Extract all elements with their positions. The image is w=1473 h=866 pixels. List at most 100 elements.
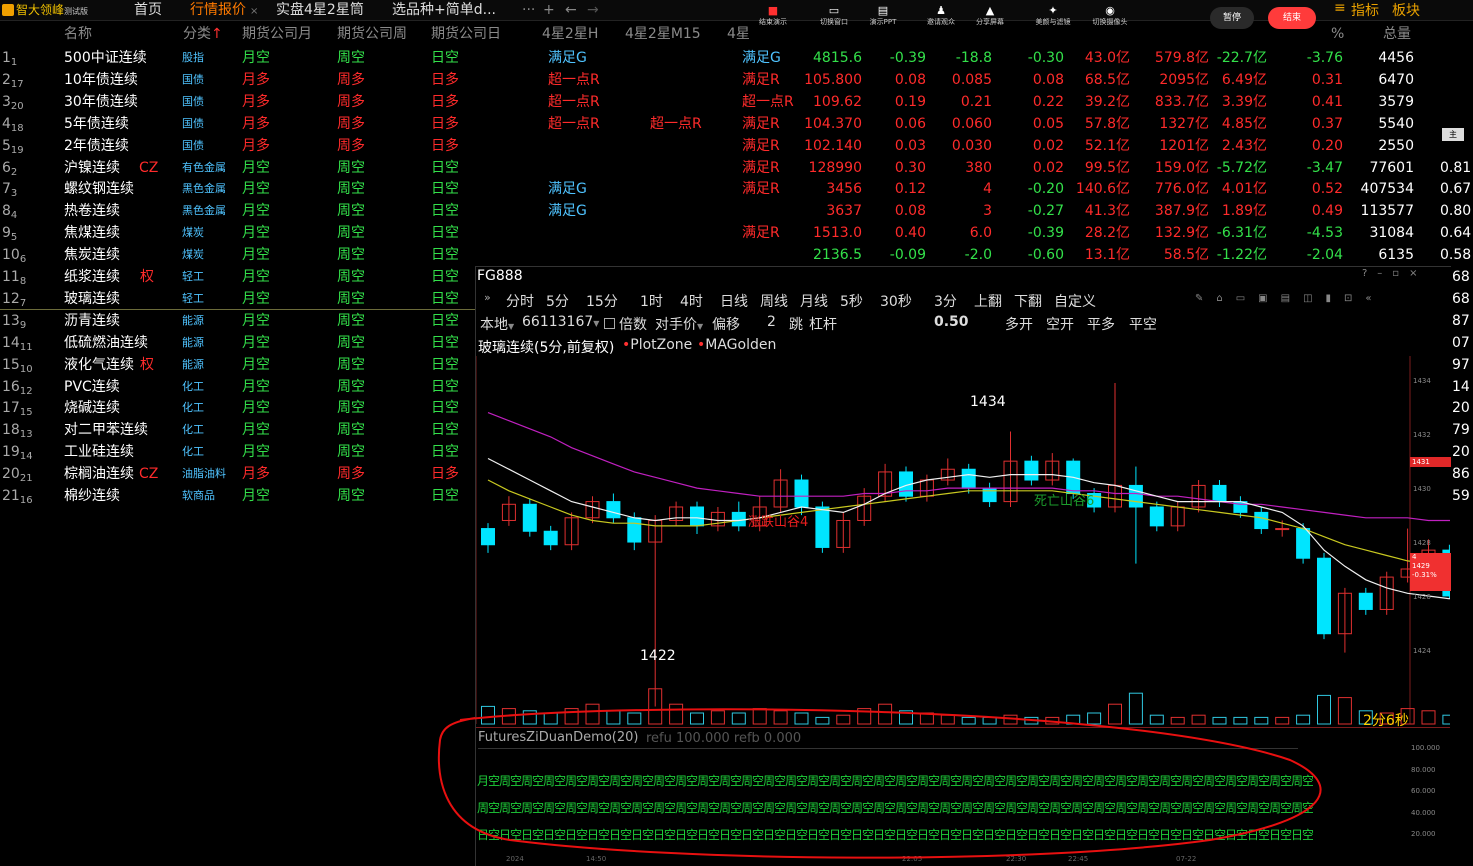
drawing-tools[interactable]: ✎⌂▭▣▤◫▮⊡« (1195, 293, 1385, 304)
pause-button[interactable]: 暂停 (1210, 7, 1254, 29)
col-4star-h[interactable]: 4星2星H (542, 24, 598, 44)
period-12[interactable]: 下翻 (1014, 291, 1042, 311)
day-signal: 日空 (431, 444, 459, 461)
week-signal: 周空 (337, 356, 365, 373)
period-0[interactable]: 分时 (506, 291, 534, 311)
tab-live[interactable]: 实盘4星2星筒 (276, 0, 364, 20)
col-name[interactable]: 名称 (64, 24, 92, 44)
indicator-plotzone[interactable]: •PlotZone (622, 337, 692, 353)
tab-more-icon[interactable]: ··· (522, 0, 535, 20)
close-icon[interactable]: × (250, 6, 258, 17)
table-row[interactable]: 106 焦炭连续 煤炭 月空 周空 日空 2136.5 -0.09 -2.0 -0.60 13.1亿… (0, 244, 1473, 266)
new-tab-icon[interactable]: + (543, 0, 555, 20)
tab-home[interactable]: 首页 (134, 0, 162, 20)
col-percent[interactable]: % (1331, 24, 1344, 44)
kline-chart[interactable] (476, 356, 1450, 736)
col-category[interactable]: 分类↑ (183, 24, 223, 44)
signal-4star: 满足R (742, 115, 780, 132)
last-price: 3456 (826, 181, 862, 198)
month-signal: 月空 (242, 488, 270, 504)
signal-4star-h: 超一点R (548, 93, 600, 110)
col-day[interactable]: 期货公司日 (431, 24, 501, 44)
share-screen-label: 分享屏幕 (976, 18, 1004, 26)
table-row[interactable]: 11 500中证连续 股指 月空 周空 日空 满足G 满足G 4815.6 -0.39 -18.8-… (0, 47, 1473, 69)
account-number-select[interactable]: 66113167▼ (522, 314, 599, 330)
table-row[interactable]: 95 焦煤连续 煤炭 月空 周空 日空 满足R 1513.0 0.40 6.0 -0.39 28.2亿… (0, 222, 1473, 244)
end-demo-button[interactable]: ■ 结束演示 (748, 4, 798, 27)
table-row[interactable]: 73 螺纹钢连续 黑色金属 月空 周空 日空 满足G 满足R 3456 0.12 4 -0.20 140… (0, 178, 1473, 200)
checkbox[interactable] (604, 318, 615, 329)
week-signal: 周空 (337, 290, 365, 307)
period-11[interactable]: 上翻 (974, 291, 1002, 311)
col-4star-m15[interactable]: 4星2星M15 (625, 24, 701, 44)
offset-input[interactable]: 2 (767, 314, 776, 330)
beauty-button[interactable]: ✦ 美颜与滤镜 (1028, 4, 1078, 27)
table-row[interactable]: 519 2年债连续 国债 月多 周多 日多 满足R 102.140 0.03 0.030 0.02 5… (0, 135, 1473, 157)
account-label: 本地 (480, 317, 508, 333)
col-volume[interactable]: 总量 (1383, 24, 1411, 44)
period-5[interactable]: 日线 (720, 291, 748, 311)
end-button[interactable]: 结束 (1268, 7, 1316, 29)
close-short-button[interactable]: 平空 (1129, 314, 1157, 334)
table-row[interactable]: 217 10年债连续 国债 月多 周多 日多 超一点R 满足R 105.800 0.08 0.085… (0, 69, 1473, 91)
capital-flow: 1.89亿 (1221, 203, 1267, 220)
forward-icon[interactable]: → (587, 0, 599, 20)
instrument-name: 焦炭连续 (64, 247, 120, 264)
flow-pct: -3.76 (1306, 50, 1343, 66)
period-7[interactable]: 月线 (800, 291, 828, 311)
instrument-name: 热卷连续 (64, 203, 120, 220)
table-row[interactable]: 84 热卷连续 黑色金属 月空 周空 日空 满足G 3637 0.08 3 -0.27 41.3亿 38… (0, 200, 1473, 222)
multiplier-label[interactable]: 倍数 (619, 314, 647, 334)
period-10[interactable]: 3分 (934, 291, 957, 311)
expand-icon[interactable]: » (484, 291, 491, 304)
period-4[interactable]: 4时 (680, 291, 703, 311)
period-3[interactable]: 1时 (640, 291, 663, 311)
instrument-name: 工业硅连续 (64, 444, 134, 461)
window-controls[interactable]: ?–▫× (1362, 268, 1427, 279)
col-month[interactable]: 期货公司月 (242, 24, 312, 44)
instrument-tag: 权 (140, 269, 154, 285)
turnover: 68.5亿 (1084, 71, 1130, 88)
sell-open-button[interactable]: 空开 (1046, 314, 1074, 334)
change: 4 (983, 181, 992, 198)
period-8[interactable]: 5秒 (840, 291, 863, 311)
instrument-name: 对二甲苯连续 (64, 422, 148, 439)
change: 0.21 (960, 93, 992, 110)
candle (1128, 484, 1143, 508)
sector-menu[interactable]: 板块 (1392, 0, 1420, 20)
table-row[interactable]: 418 5年债连续 国债 月多 周多 日多 超一点R 超一点R 满足R 104.370 0.06 0.… (0, 113, 1473, 135)
indicator-magolden[interactable]: •MAGolden (697, 337, 776, 353)
category: 国债 (182, 94, 204, 108)
account-select[interactable]: 本地▼ (480, 314, 514, 334)
period-1[interactable]: 5分 (546, 291, 569, 311)
col-week[interactable]: 期货公司周 (337, 24, 407, 44)
period-2[interactable]: 15分 (586, 291, 618, 311)
lot-input[interactable]: 0.50 (934, 314, 969, 330)
share-screen-button[interactable]: ▲ 分享屏幕 (965, 4, 1015, 27)
back-icon[interactable]: ← (565, 0, 577, 20)
period-6[interactable]: 周线 (760, 291, 788, 311)
camera-button[interactable]: ◉ 切换摄像头 (1085, 4, 1135, 27)
turnover: 52.1亿 (1084, 137, 1130, 154)
main-badge: 主 (1442, 128, 1464, 141)
ppt-button[interactable]: ▤ 演示PPT (858, 4, 908, 27)
ratio-value: 20 (1452, 444, 1470, 461)
candle (627, 517, 642, 543)
last-price: 2136.5 (813, 247, 862, 264)
price-tick: 1432 (1413, 430, 1431, 439)
col-4star[interactable]: 4星 (727, 24, 750, 44)
day-signal: 日空 (431, 225, 459, 242)
tab-select[interactable]: 选品种+简单d... (392, 0, 496, 20)
switch-window-button[interactable]: ▭ 切换窗口 (809, 4, 859, 27)
indicator-menu[interactable]: 指标 (1351, 0, 1379, 20)
period-13[interactable]: 自定义 (1054, 291, 1096, 311)
price-type-select[interactable]: 对手价▼ (655, 314, 703, 334)
table-row[interactable]: 62 沪镍连续 CZ 有色金属 月空 周空 日空 满足R 128990 0.30 380 0.02 99… (0, 157, 1473, 179)
period-9[interactable]: 30秒 (880, 291, 912, 311)
invite-button[interactable]: ♟ 邀请观众 (916, 4, 966, 27)
buy-open-button[interactable]: 多开 (1005, 314, 1033, 334)
price-tag-last: 1429 (1412, 562, 1430, 570)
table-row[interactable]: 320 30年债连续 国债 月多 周多 日多 超一点R 超一点R 109.62 0.19 0.21 0… (0, 91, 1473, 113)
close-long-button[interactable]: 平多 (1087, 314, 1115, 334)
tab-quotes[interactable]: 行情报价 × (190, 0, 258, 20)
